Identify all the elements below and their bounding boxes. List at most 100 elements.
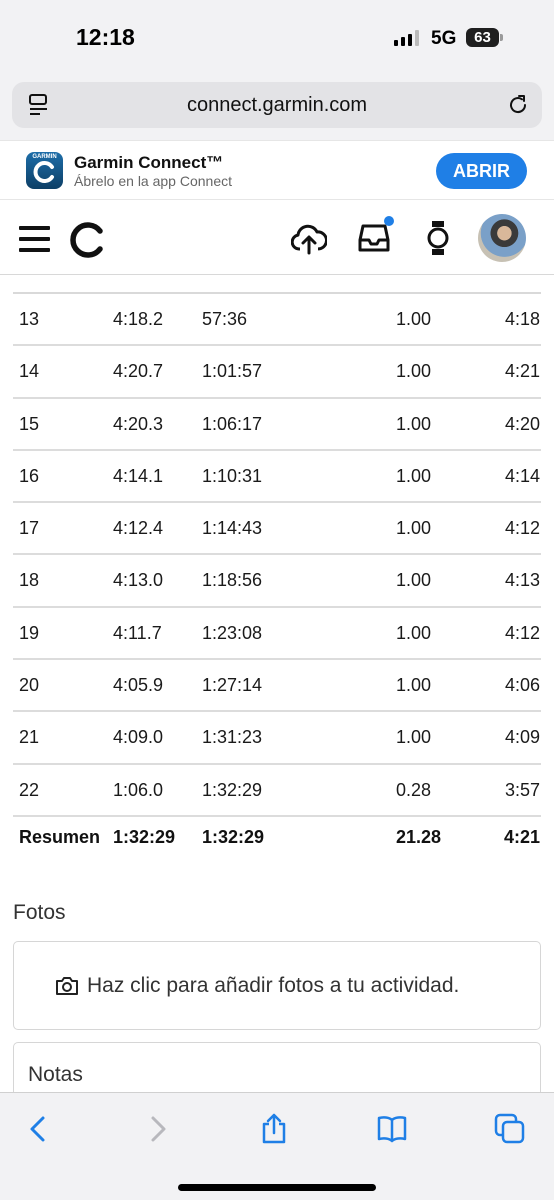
lap-time: 4:20.7	[113, 361, 164, 382]
table-row: 14 4:20.7 1:01:57 1.00 4:21	[13, 346, 541, 399]
summary-distance: 21.28	[396, 826, 442, 847]
lap-number: 13	[19, 309, 40, 329]
cumulative-time: 1:32:29	[202, 779, 263, 800]
lap-time: 4:20.3	[113, 413, 164, 434]
lap-pace: 4:12	[504, 518, 540, 539]
add-photos-text: Haz clic para añadir fotos a tu activida…	[87, 974, 460, 997]
inbox-icon[interactable]	[358, 223, 390, 253]
lap-distance: 1.00	[396, 570, 432, 591]
lap-number: 22	[19, 779, 40, 800]
open-app-button[interactable]: ABRIR	[436, 153, 527, 189]
browser-address-area: connect.garmin.com	[0, 76, 554, 140]
lap-time: 1:06.0	[113, 779, 164, 800]
camera-icon	[56, 977, 78, 995]
table-row: 17 4:12.4 1:14:43 1.00 4:12	[13, 503, 541, 556]
cumulative-time: 1:18:56	[202, 570, 263, 591]
lap-number: 20	[19, 675, 40, 696]
lap-number: 14	[19, 361, 40, 382]
tabs-icon[interactable]	[494, 1113, 526, 1145]
lap-number: 17	[19, 518, 40, 539]
cellular-signal-icon	[394, 30, 419, 46]
table-row: 19 4:11.7 1:23:08 1.00 4:12	[13, 608, 541, 661]
garmin-connect-app-icon: GARMIN	[26, 152, 63, 189]
lap-number: 16	[19, 465, 40, 486]
cumulative-time: 1:14:43	[202, 518, 263, 539]
cumulative-time: 1:27:14	[202, 675, 263, 696]
lap-time: 4:14.1	[113, 465, 164, 486]
battery-icon: 63	[466, 28, 499, 47]
laps-table: 13 4:18.2 57:36 1.00 4:18 14 4:20.7 1:01…	[13, 292, 541, 857]
table-row: 20 4:05.9 1:27:14 1.00 4:06	[13, 660, 541, 713]
lap-distance: 1.00	[396, 361, 432, 382]
back-icon[interactable]	[22, 1113, 54, 1145]
reload-icon[interactable]	[506, 93, 530, 117]
lap-distance: 0.28	[396, 779, 432, 800]
lap-time: 4:09.0	[113, 727, 164, 748]
lap-distance: 1.00	[396, 727, 432, 748]
network-type: 5G	[431, 28, 457, 49]
summary-label: Resumen	[19, 826, 101, 847]
add-photos-button[interactable]: Haz clic para añadir fotos a tu activida…	[13, 941, 541, 1030]
lap-time: 4:13.0	[113, 570, 164, 591]
lap-pace: 4:09	[504, 727, 540, 748]
lap-distance: 1.00	[396, 413, 432, 434]
avatar[interactable]	[478, 214, 526, 262]
lap-pace: 3:57	[504, 779, 540, 800]
lap-pace: 4:18	[504, 309, 540, 329]
photos-heading: Fotos	[13, 901, 66, 924]
table-row: 18 4:13.0 1:18:56 1.00 4:13	[13, 555, 541, 608]
home-indicator	[178, 1184, 376, 1191]
watch-icon[interactable]	[427, 220, 449, 256]
lap-time: 4:05.9	[113, 675, 164, 696]
summary-pace: 4:21	[503, 826, 540, 847]
lap-distance: 1.00	[396, 675, 432, 696]
table-row: 16 4:14.1 1:10:31 1.00 4:14	[13, 451, 541, 504]
summary-row: Resumen 1:32:29 1:32:29 21.28 4:21	[13, 817, 541, 857]
summary-time: 1:32:29	[113, 826, 176, 847]
garmin-logo-icon[interactable]	[67, 220, 107, 260]
lap-number: 18	[19, 570, 40, 591]
cumulative-time: 1:01:57	[202, 361, 263, 382]
bookmarks-icon[interactable]	[376, 1113, 408, 1145]
lap-pace: 4:06	[504, 675, 540, 696]
lap-distance: 1.00	[396, 518, 432, 539]
lap-number: 15	[19, 413, 40, 434]
forward-icon[interactable]	[142, 1113, 174, 1145]
cumulative-time: 1:31:23	[202, 727, 263, 748]
cumulative-time: 1:06:17	[202, 413, 263, 434]
table-row: 13 4:18.2 57:36 1.00 4:18	[13, 294, 541, 347]
browser-toolbar	[0, 1092, 554, 1200]
lap-pace: 4:14	[504, 465, 540, 486]
garmin-header	[0, 201, 554, 275]
table-row: 22 1:06.0 1:32:29 0.28 3:57	[13, 765, 541, 817]
lap-time: 4:18.2	[113, 309, 164, 329]
lap-distance: 1.00	[396, 465, 432, 486]
upload-icon[interactable]	[291, 223, 327, 255]
url-text[interactable]: connect.garmin.com	[12, 94, 542, 117]
smart-app-banner: GARMIN Garmin Connect™ Ábrelo en la app …	[0, 140, 554, 200]
lap-time: 4:11.7	[113, 622, 162, 643]
lap-distance: 1.00	[396, 309, 432, 329]
activity-content: 13 4:18.2 57:36 1.00 4:18 14 4:20.7 1:01…	[0, 276, 554, 1092]
table-row: 15 4:20.3 1:06:17 1.00 4:20	[13, 399, 541, 451]
lap-number: 21	[19, 727, 40, 748]
lap-number: 19	[19, 622, 40, 643]
lap-pace: 4:21	[504, 361, 540, 382]
lap-pace: 4:20	[504, 413, 540, 434]
lap-distance: 1.00	[396, 622, 432, 643]
cumulative-time: 1:23:08	[202, 622, 263, 643]
address-bar[interactable]: connect.garmin.com	[12, 82, 542, 128]
table-row: 21 4:09.0 1:31:23 1.00 4:09	[13, 712, 541, 765]
app-name: Garmin Connect™	[74, 153, 224, 172]
notification-dot	[384, 216, 394, 226]
app-subtitle: Ábrelo en la app Connect	[74, 173, 232, 189]
status-time: 12:18	[76, 24, 135, 50]
cumulative-time: 1:10:31	[202, 465, 263, 486]
cumulative-time: 57:36	[202, 309, 248, 329]
lap-pace: 4:13	[504, 570, 540, 591]
lap-time: 4:12.4	[113, 518, 164, 539]
menu-icon[interactable]	[19, 226, 50, 252]
share-icon[interactable]	[258, 1113, 290, 1145]
notes-section[interactable]: Notas	[13, 1042, 541, 1092]
summary-cumulative-time: 1:32:29	[202, 826, 265, 847]
